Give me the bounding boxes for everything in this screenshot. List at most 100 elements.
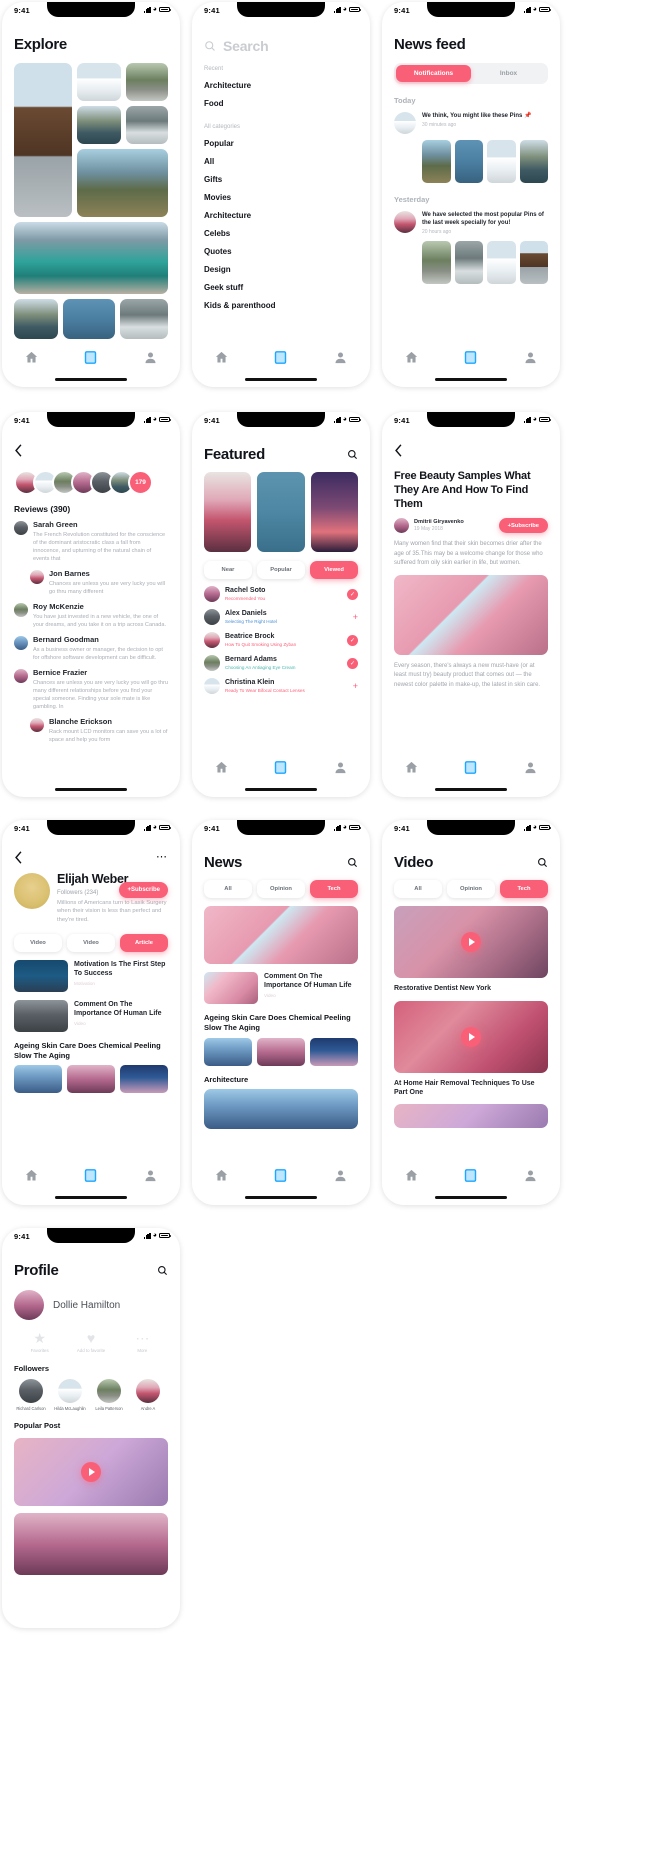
article-list-item[interactable]: Motivation Is The First Step To Success … — [14, 959, 168, 992]
section-thumbnail[interactable] — [120, 1065, 168, 1094]
check-icon[interactable]: ✓ — [347, 588, 358, 600]
feed-thumbnail[interactable] — [519, 241, 548, 285]
chip-tech[interactable]: Tech — [500, 880, 548, 898]
feed-icon[interactable] — [83, 350, 98, 365]
check-icon[interactable]: ✓ — [347, 634, 358, 646]
action-add-to-favorite[interactable]: ♥ Add to favorite — [65, 1331, 116, 1354]
feed-item[interactable]: We think, You might like these Pins 📌 30… — [394, 112, 548, 134]
featured-photo[interactable] — [257, 472, 305, 552]
search-icon[interactable] — [347, 857, 358, 868]
home-icon[interactable] — [404, 760, 419, 775]
category-popular[interactable]: Popular — [204, 134, 358, 152]
follower-item[interactable]: Hilda McLaughlin — [53, 1378, 87, 1411]
person-row[interactable]: Rachel Soto Recommended You ✓ — [204, 586, 358, 602]
popular-post-image[interactable] — [14, 1512, 168, 1575]
category-all[interactable]: All — [204, 152, 358, 170]
tab-inbox[interactable]: Inbox — [471, 65, 546, 82]
chip-article[interactable]: Article — [120, 933, 168, 952]
follower-item[interactable]: Andre A — [131, 1378, 165, 1411]
article-list-item[interactable]: Comment On The Importance Of Human Life … — [14, 999, 168, 1032]
feed-thumbnail[interactable] — [487, 140, 516, 183]
chip-popular[interactable]: Popular — [257, 561, 305, 579]
chip-video-1[interactable]: Video — [14, 933, 62, 952]
category-quotes[interactable]: Quotes — [204, 242, 358, 260]
category-design[interactable]: Design — [204, 260, 358, 278]
subscribe-button[interactable]: +Subscribe — [119, 882, 168, 898]
profile-icon[interactable] — [333, 350, 348, 365]
home-icon[interactable] — [214, 760, 229, 775]
profile-icon[interactable] — [333, 1168, 348, 1183]
plus-icon[interactable]: + — [353, 612, 358, 622]
avatar-more-count[interactable]: 179 — [128, 470, 153, 495]
section-thumbnail[interactable] — [310, 1037, 358, 1066]
explore-photo[interactable] — [77, 106, 121, 144]
section-thumbnail[interactable] — [257, 1037, 305, 1066]
feed-icon[interactable] — [463, 350, 478, 365]
feed-thumbnail[interactable] — [454, 241, 483, 285]
tab-notifications[interactable]: Notifications — [396, 65, 471, 82]
chip-tech[interactable]: Tech — [310, 880, 358, 898]
featured-photo[interactable] — [204, 472, 252, 552]
video-player[interactable] — [394, 906, 548, 978]
action-more[interactable]: ⋯ More — [117, 1331, 168, 1354]
feed-thumbnail[interactable] — [422, 140, 451, 183]
explore-photo[interactable] — [14, 63, 72, 217]
explore-photo[interactable] — [126, 106, 168, 144]
feed-thumbnail[interactable] — [519, 140, 548, 183]
chip-viewed[interactable]: Viewed — [310, 561, 358, 579]
explore-photo[interactable] — [63, 299, 115, 339]
chevron-left-icon[interactable] — [14, 444, 23, 457]
news-hero-image[interactable] — [204, 906, 358, 964]
plus-icon[interactable]: + — [353, 681, 358, 691]
article-image[interactable] — [394, 575, 548, 656]
video-thumbnail[interactable] — [394, 1104, 548, 1129]
follower-item[interactable]: Richard Carlson — [14, 1378, 48, 1411]
chevron-left-icon[interactable] — [14, 851, 23, 864]
profile-icon[interactable] — [523, 350, 538, 365]
feed-icon[interactable] — [273, 1168, 288, 1183]
check-icon[interactable]: ✓ — [347, 657, 358, 669]
home-icon[interactable] — [24, 350, 39, 365]
search-input[interactable]: Search — [204, 38, 358, 54]
chip-all[interactable]: All — [394, 880, 442, 898]
popular-post-video[interactable] — [14, 1437, 168, 1506]
home-icon[interactable] — [24, 1168, 39, 1183]
search-icon[interactable] — [157, 1265, 168, 1276]
profile-icon[interactable] — [333, 760, 348, 775]
category-celebs[interactable]: Celebs — [204, 224, 358, 242]
section-thumbnail[interactable] — [14, 1065, 62, 1094]
explore-photo[interactable] — [77, 149, 168, 217]
feed-icon[interactable] — [273, 350, 288, 365]
feed-icon[interactable] — [463, 1168, 478, 1183]
video-player[interactable] — [394, 1001, 548, 1074]
feed-item[interactable]: We have selected the most popular Pins o… — [394, 211, 548, 235]
section-thumbnail[interactable] — [204, 1037, 252, 1066]
explore-photo[interactable] — [14, 299, 58, 339]
recent-item-architecture[interactable]: Architecture — [204, 76, 358, 94]
person-row[interactable]: Christina Klein Ready To Wear Bifocal Co… — [204, 678, 358, 694]
category-kids-parenthood[interactable]: Kids & parenthood — [204, 296, 358, 314]
recent-item-food[interactable]: Food — [204, 94, 358, 112]
explore-photo[interactable] — [14, 222, 168, 294]
chip-opinion[interactable]: Opinion — [257, 880, 305, 898]
explore-photo[interactable] — [77, 63, 121, 101]
profile-icon[interactable] — [143, 350, 158, 365]
follower-item[interactable]: Leila Patterson — [92, 1378, 126, 1411]
play-icon[interactable] — [81, 1461, 101, 1482]
news-list-item[interactable]: Comment On The Importance Of Human Life … — [204, 972, 358, 1004]
feed-icon[interactable] — [463, 760, 478, 775]
chevron-left-icon[interactable] — [394, 444, 403, 457]
subscribe-button[interactable]: +Subscribe — [498, 518, 548, 534]
home-icon[interactable] — [404, 1168, 419, 1183]
feed-thumbnail[interactable] — [422, 241, 451, 285]
explore-photo[interactable] — [126, 63, 168, 101]
category-gifts[interactable]: Gifts — [204, 170, 358, 188]
feed-thumbnail[interactable] — [454, 140, 483, 183]
section-thumbnail[interactable] — [67, 1065, 115, 1094]
home-icon[interactable] — [214, 350, 229, 365]
architecture-image[interactable] — [204, 1089, 358, 1130]
profile-icon[interactable] — [143, 1168, 158, 1183]
profile-icon[interactable] — [523, 1168, 538, 1183]
play-icon[interactable] — [461, 932, 481, 952]
play-icon[interactable] — [461, 1027, 481, 1048]
